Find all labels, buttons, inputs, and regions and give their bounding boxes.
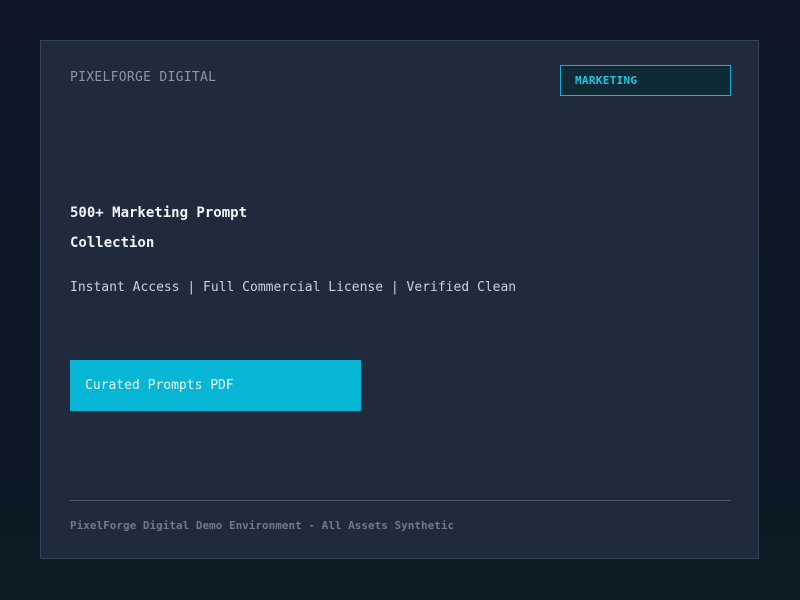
footer-note: PixelForge Digital Demo Environment - Al… (70, 519, 455, 532)
footer-divider (70, 500, 731, 501)
product-card: PIXELFORGE DIGITAL MARKETING 500+ Market… (40, 40, 759, 559)
download-pdf-button[interactable]: Curated Prompts PDF (70, 360, 361, 411)
brand-name: PIXELFORGE DIGITAL (70, 70, 217, 85)
product-title: 500+ Marketing Prompt Collection (70, 205, 248, 251)
category-tag[interactable]: MARKETING (560, 65, 731, 96)
feature-list: Instant Access | Full Commercial License… (70, 280, 517, 295)
